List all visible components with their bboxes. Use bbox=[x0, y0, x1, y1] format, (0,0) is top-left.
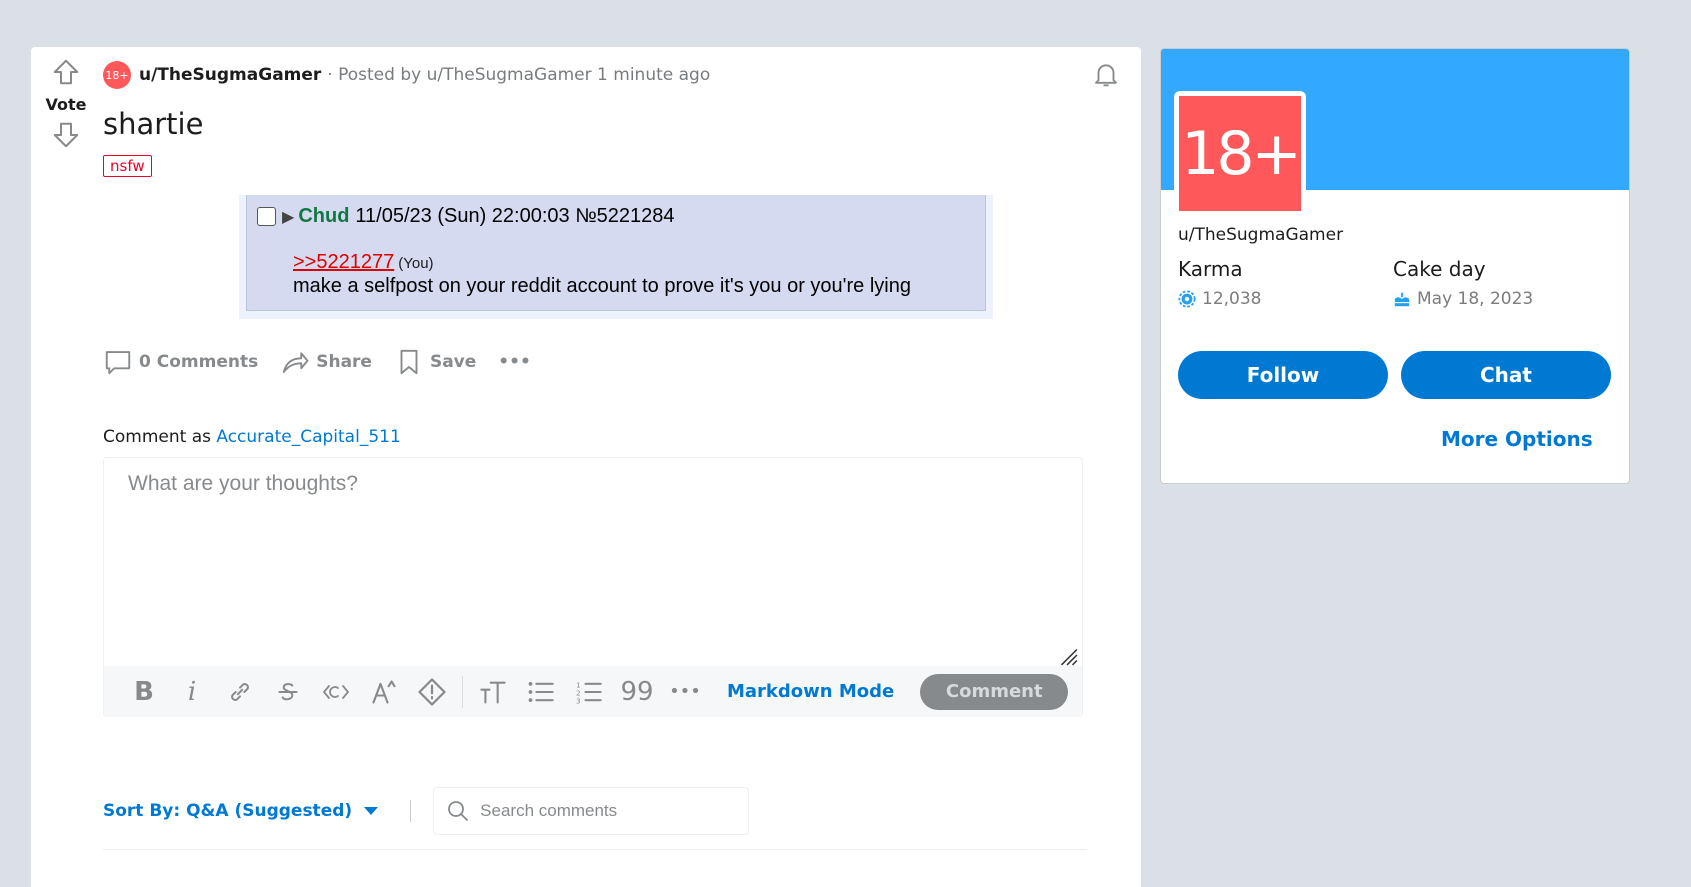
chan-checkbox bbox=[257, 207, 276, 226]
post-actions: 0 Comments Share Save ••• bbox=[103, 347, 553, 377]
comment-as-prefix: Comment as bbox=[103, 427, 211, 447]
save-button[interactable]: Save bbox=[394, 347, 476, 377]
bookmark-icon bbox=[400, 349, 418, 375]
karma-value-row: 12,038 bbox=[1178, 289, 1261, 309]
upvote-icon[interactable] bbox=[51, 57, 81, 87]
play-triangle-icon: ▶ bbox=[282, 208, 295, 226]
strikethrough-icon[interactable] bbox=[264, 672, 312, 712]
search-comments-input[interactable] bbox=[480, 801, 731, 821]
italic-icon[interactable]: i bbox=[168, 672, 216, 712]
sort-separator bbox=[410, 800, 412, 822]
numbered-list-icon[interactable]: 123 bbox=[565, 672, 613, 712]
bulleted-list-icon[interactable] bbox=[517, 672, 565, 712]
bold-icon[interactable]: B bbox=[120, 672, 168, 712]
editor-toolbar: B i 123 99 ••• Markdown Mode Comment bbox=[104, 666, 1082, 717]
heading-icon[interactable] bbox=[469, 672, 517, 712]
spoiler-icon[interactable] bbox=[408, 672, 456, 712]
cakeday-stat: Cake day May 18, 2023 bbox=[1393, 257, 1533, 309]
karma-stat: Karma 12,038 bbox=[1178, 257, 1261, 309]
chan-post-date: 11/05/23 (Sun) 22:00:03 №5221284 bbox=[355, 205, 675, 227]
chan-poster-name: Chud bbox=[298, 205, 350, 227]
comment-textarea[interactable] bbox=[104, 458, 1082, 666]
vote-column: Vote bbox=[41, 57, 91, 150]
share-icon bbox=[283, 352, 309, 373]
post-header: 18+ u/TheSugmaGamer · Posted by u/TheSug… bbox=[103, 61, 710, 89]
chan-you-label: (You) bbox=[398, 255, 434, 272]
comment-as-username[interactable]: Accurate_Capital_511 bbox=[216, 427, 400, 447]
svg-text:3: 3 bbox=[576, 697, 580, 704]
follow-button[interactable]: Follow bbox=[1178, 351, 1388, 399]
more-actions-button[interactable]: ••• bbox=[498, 352, 531, 372]
svg-text:2: 2 bbox=[576, 689, 580, 697]
more-dots-icon: ••• bbox=[498, 352, 531, 372]
quote-block-icon[interactable]: 99 bbox=[613, 672, 661, 712]
caret-down-icon bbox=[364, 807, 379, 815]
chan-quote-line: >>5221277 (You) bbox=[293, 251, 434, 274]
more-formatting-icon[interactable]: ••• bbox=[661, 672, 709, 712]
sort-dropdown[interactable]: Sort By: Q&A (Suggested) bbox=[103, 801, 379, 821]
chat-button[interactable]: Chat bbox=[1401, 351, 1611, 399]
post-image[interactable]: ▶ Chud 11/05/23 (Sun) 22:00:03 №5221284 … bbox=[239, 195, 993, 319]
share-label: Share bbox=[316, 352, 372, 372]
profile-avatar-frame: 18+ bbox=[1174, 91, 1306, 216]
svg-text:1: 1 bbox=[576, 681, 580, 689]
karma-value: 12,038 bbox=[1202, 289, 1262, 309]
search-comments-box bbox=[433, 787, 750, 835]
cakeday-label: Cake day bbox=[1393, 257, 1486, 281]
markdown-mode-button[interactable]: Markdown Mode bbox=[727, 681, 894, 702]
nsfw-flair: nsfw bbox=[103, 155, 152, 177]
author-avatar[interactable]: 18+ bbox=[103, 61, 131, 89]
author-link[interactable]: u/TheSugmaGamer bbox=[139, 65, 321, 85]
sort-row: Sort By: Q&A (Suggested) bbox=[103, 787, 750, 835]
comments-button[interactable]: 0 Comments bbox=[103, 347, 258, 377]
sort-label: Sort By: Q&A (Suggested) bbox=[103, 801, 353, 821]
downvote-icon[interactable] bbox=[51, 120, 81, 150]
share-button[interactable]: Share bbox=[280, 347, 372, 377]
link-icon[interactable] bbox=[216, 672, 264, 712]
cakeday-value-row: May 18, 2023 bbox=[1393, 289, 1533, 309]
comment-as-line: Comment as Accurate_Capital_511 bbox=[103, 427, 401, 447]
chan-message: make a selfpost on your reddit account t… bbox=[293, 275, 911, 297]
profile-avatar[interactable]: 18+ bbox=[1179, 96, 1302, 211]
post-card: Vote 18+ u/TheSugmaGamer · Posted by u/T… bbox=[31, 47, 1141, 887]
inline-code-icon[interactable] bbox=[312, 672, 360, 712]
vote-label: Vote bbox=[45, 95, 87, 114]
profile-card: 18+ u/TheSugmaGamer Karma 12,038 Cake da… bbox=[1160, 48, 1630, 484]
save-label: Save bbox=[429, 352, 477, 372]
chan-reply-box: ▶ Chud 11/05/23 (Sun) 22:00:03 №5221284 … bbox=[246, 195, 986, 311]
comments-label: 0 Comments bbox=[139, 352, 259, 372]
chan-reply-header: ▶ Chud 11/05/23 (Sun) 22:00:03 №5221284 bbox=[257, 205, 675, 228]
profile-username: u/TheSugmaGamer bbox=[1178, 225, 1344, 245]
chan-quote-link: >>5221277 bbox=[293, 251, 395, 273]
search-icon bbox=[448, 801, 469, 821]
karma-icon bbox=[1178, 290, 1196, 308]
karma-label: Karma bbox=[1178, 257, 1243, 281]
post-title[interactable]: shartie bbox=[103, 107, 203, 141]
post-meta: · Posted by u/TheSugmaGamer 1 minute ago bbox=[327, 65, 711, 85]
comment-editor: B i 123 bbox=[103, 457, 1083, 717]
toolbar-separator bbox=[462, 675, 463, 708]
superscript-icon[interactable] bbox=[360, 672, 408, 712]
comment-icon bbox=[105, 351, 131, 375]
comment-submit-button[interactable]: Comment bbox=[920, 673, 1069, 710]
comments-divider bbox=[103, 849, 1087, 850]
cakeday-value: May 18, 2023 bbox=[1417, 289, 1534, 309]
cake-icon bbox=[1394, 292, 1410, 307]
resize-grip-icon[interactable] bbox=[1056, 644, 1078, 666]
bell-icon[interactable] bbox=[1091, 59, 1121, 89]
more-options-link[interactable]: More Options bbox=[1441, 427, 1593, 451]
